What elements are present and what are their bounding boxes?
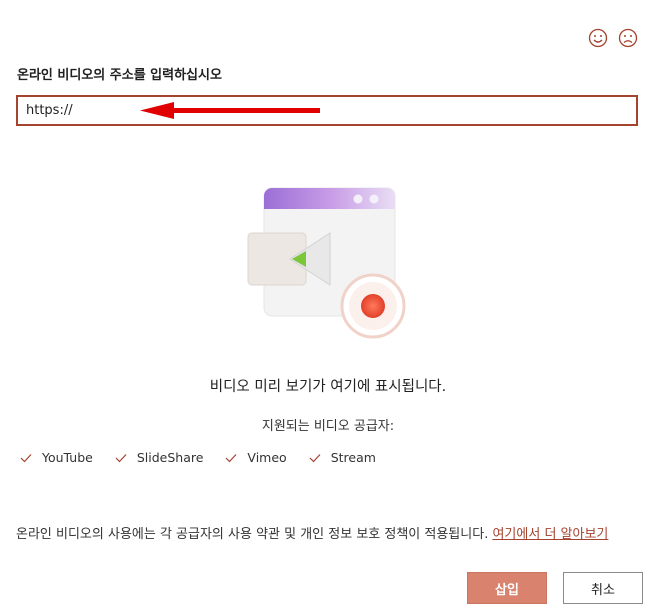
terms-text: 온라인 비디오의 사용에는 각 공급자의 사용 약관 및 개인 정보 보호 정책… <box>16 527 489 542</box>
checkmark-icon <box>225 453 237 462</box>
terms-notice: 온라인 비디오의 사용에는 각 공급자의 사용 약관 및 개인 정보 보호 정책… <box>16 525 616 545</box>
provider-name: Stream <box>330 450 376 465</box>
provider-list: YouTube SlideShare Vimeo Stream <box>20 450 376 465</box>
checkmark-icon <box>115 453 127 462</box>
learn-more-link[interactable]: 여기에서 더 알아보기 <box>492 527 608 542</box>
provider-name: YouTube <box>42 450 93 465</box>
annotation-arrow-icon <box>140 102 320 119</box>
sad-face-icon[interactable] <box>618 28 638 48</box>
url-prompt-label: 온라인 비디오의 주소를 입력하십시오 <box>17 68 222 83</box>
url-field-container[interactable] <box>16 95 638 126</box>
checkmark-icon <box>20 453 32 462</box>
checkmark-icon <box>309 453 321 462</box>
url-input[interactable] <box>26 97 626 124</box>
provider-name: Vimeo <box>247 450 287 465</box>
provider-item: Stream <box>309 450 376 465</box>
provider-item: YouTube <box>20 450 93 465</box>
feedback-area <box>588 28 638 48</box>
provider-item: SlideShare <box>115 450 204 465</box>
preview-placeholder-text: 비디오 미리 보기가 여기에 표시됩니다. <box>209 379 447 395</box>
cancel-button[interactable]: 취소 <box>563 572 643 604</box>
provider-item: Vimeo <box>225 450 287 465</box>
provider-name: SlideShare <box>136 450 204 465</box>
smiley-face-icon[interactable] <box>588 28 608 48</box>
video-preview-illustration-icon <box>247 187 406 339</box>
supported-providers-label: 지원되는 비디오 공급자: <box>261 419 395 434</box>
insert-button[interactable]: 삽입 <box>467 572 547 604</box>
